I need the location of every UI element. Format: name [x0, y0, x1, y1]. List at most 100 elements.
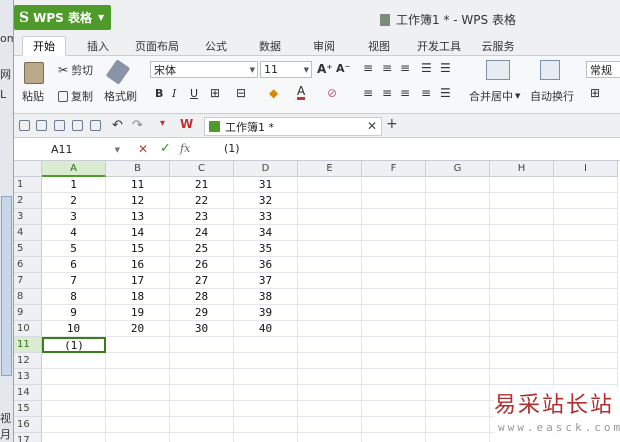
grid-cell[interactable]: 25	[170, 241, 234, 257]
grid-cell[interactable]	[42, 369, 106, 385]
grid-cell[interactable]	[106, 353, 170, 369]
tab-page-layout[interactable]: 页面布局	[130, 36, 184, 56]
row-header-2[interactable]: 2	[14, 193, 42, 209]
grid-cell[interactable]	[554, 337, 618, 353]
grid-cell[interactable]	[298, 241, 362, 257]
grid-cell[interactable]: 28	[170, 289, 234, 305]
wrap-text-icon[interactable]	[540, 60, 560, 80]
grid-cell[interactable]	[490, 257, 554, 273]
grid-cell[interactable]: 34	[234, 225, 298, 241]
paste-label[interactable]: 粘贴	[22, 88, 44, 104]
grid-cell[interactable]	[298, 433, 362, 442]
align-right-icon[interactable]: ≡	[400, 86, 410, 100]
grid-cell[interactable]	[42, 353, 106, 369]
grid-cell[interactable]: 14	[106, 225, 170, 241]
grid-cell[interactable]	[490, 289, 554, 305]
grid-cell[interactable]	[426, 241, 490, 257]
row-header-4[interactable]: 4	[14, 225, 42, 241]
grid-cell[interactable]	[362, 177, 426, 193]
row-header-6[interactable]: 6	[14, 257, 42, 273]
tab-developer[interactable]: 开发工具	[412, 36, 466, 56]
grid-cell[interactable]: 32	[234, 193, 298, 209]
grid-cell[interactable]	[362, 321, 426, 337]
grid-cell[interactable]	[490, 369, 554, 385]
wrap-text-button[interactable]: 自动换行	[530, 88, 574, 104]
grid-cell[interactable]	[426, 417, 490, 433]
customize-toolbar-icon[interactable]: ▾	[160, 118, 165, 129]
grid-cell[interactable]: 20	[106, 321, 170, 337]
grid-cell[interactable]	[554, 225, 618, 241]
grid-cell[interactable]: 27	[170, 273, 234, 289]
grid-cell[interactable]	[234, 353, 298, 369]
grid-cell[interactable]	[362, 385, 426, 401]
grid-cell[interactable]	[362, 433, 426, 442]
tab-review[interactable]: 审阅	[306, 36, 342, 56]
row-header-1[interactable]: 1	[14, 177, 42, 193]
grid-cell[interactable]	[362, 417, 426, 433]
grid-cell[interactable]	[106, 385, 170, 401]
row-header-5[interactable]: 5	[14, 241, 42, 257]
tab-cloud[interactable]: 云服务	[476, 36, 520, 56]
align-top-icon[interactable]: ≡	[363, 61, 373, 75]
grid-cell[interactable]	[362, 353, 426, 369]
grid-cell[interactable]	[298, 193, 362, 209]
grid-cell[interactable]: 30	[170, 321, 234, 337]
save-icon[interactable]	[36, 120, 47, 131]
grid-cell[interactable]	[426, 177, 490, 193]
merge-center-icon[interactable]	[486, 60, 510, 80]
grid-cell[interactable]	[362, 337, 426, 353]
row-header-8[interactable]: 8	[14, 289, 42, 305]
grid-cell[interactable]	[170, 385, 234, 401]
grid-cell[interactable]	[426, 257, 490, 273]
row-header-11[interactable]: 11	[14, 337, 42, 353]
grid-cell[interactable]	[106, 337, 170, 353]
grid-cell[interactable]: 37	[234, 273, 298, 289]
decrease-indent-icon[interactable]: ☰	[421, 61, 432, 75]
copy-button[interactable]: 复制	[58, 88, 93, 104]
wps-app-menu-button[interactable]: S WPS 表格 ▼	[14, 5, 111, 30]
document-tab[interactable]: 工作簿1 * ✕	[204, 117, 382, 136]
grid-cell[interactable]	[298, 177, 362, 193]
grid-cell[interactable]	[554, 273, 618, 289]
grid-cell[interactable]: 13	[106, 209, 170, 225]
grid-cell[interactable]	[426, 401, 490, 417]
add-tab-icon[interactable]: +	[386, 116, 398, 132]
shrink-font-button[interactable]: A⁻	[336, 62, 350, 75]
grid-cell[interactable]	[426, 193, 490, 209]
tab-home[interactable]: 开始	[22, 36, 66, 56]
grid-cell[interactable]	[426, 305, 490, 321]
grid-cell[interactable]	[170, 401, 234, 417]
wps-w-icon[interactable]: W	[180, 117, 193, 131]
grid-cell[interactable]: 21	[170, 177, 234, 193]
justify-icon[interactable]: ≡	[421, 86, 431, 100]
underline-button[interactable]: U	[190, 87, 198, 100]
grid-cell[interactable]	[298, 305, 362, 321]
grid-cell[interactable]	[490, 225, 554, 241]
grid-cell[interactable]	[298, 369, 362, 385]
open-folder-icon[interactable]	[19, 120, 30, 131]
column-header-g[interactable]: G	[426, 161, 490, 177]
bold-button[interactable]: B	[155, 87, 163, 100]
clear-format-icon[interactable]: ⊘	[327, 86, 337, 100]
grid-cell[interactable]	[234, 369, 298, 385]
grid-cell[interactable]: 33	[234, 209, 298, 225]
grid-cell[interactable]	[362, 401, 426, 417]
grid-cell[interactable]	[298, 321, 362, 337]
grid-cell[interactable]: 11	[106, 177, 170, 193]
italic-button[interactable]: I	[172, 87, 176, 100]
grid-cell[interactable]	[554, 257, 618, 273]
select-all-corner[interactable]	[14, 161, 42, 177]
print-preview-icon[interactable]	[90, 120, 101, 131]
name-box[interactable]: A11 ▼	[14, 141, 124, 158]
grid-cell[interactable]: 1	[42, 177, 106, 193]
fill-color-icon[interactable]: ◆	[269, 86, 278, 100]
merge-center-button[interactable]: 合并居中 ▼	[469, 88, 520, 104]
grid-cell[interactable]	[106, 433, 170, 442]
column-header-a[interactable]: A	[42, 161, 106, 177]
column-header-c[interactable]: C	[170, 161, 234, 177]
grid-cell[interactable]: 18	[106, 289, 170, 305]
number-format-select[interactable]: 常规	[586, 61, 620, 78]
grid-cell[interactable]	[554, 241, 618, 257]
align-left-icon[interactable]: ≡	[363, 86, 373, 100]
row-header-3[interactable]: 3	[14, 209, 42, 225]
